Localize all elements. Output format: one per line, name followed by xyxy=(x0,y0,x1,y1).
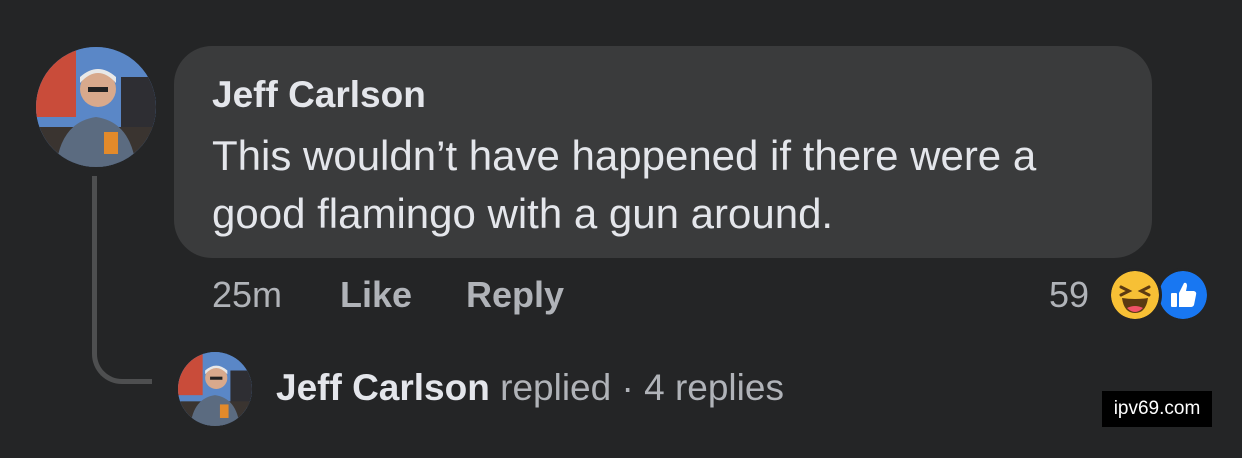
avatar-photo xyxy=(36,47,156,167)
reply-author-avatar[interactable] xyxy=(178,352,252,426)
watermark: ipv69.com xyxy=(1102,391,1212,427)
thread-connector-line xyxy=(92,176,152,384)
reply-button[interactable]: Reply xyxy=(466,274,564,316)
reactions-summary[interactable] xyxy=(1108,268,1212,322)
separator-dot: · xyxy=(621,367,634,408)
commenter-avatar[interactable] xyxy=(36,47,156,167)
comment-author[interactable]: Jeff Carlson xyxy=(212,74,426,116)
view-replies-link[interactable]: Jeff Carlson replied · 4 replies xyxy=(276,367,784,409)
replies-count: 4 replies xyxy=(644,367,784,408)
haha-reaction-icon xyxy=(1108,268,1162,322)
comment-text: This wouldn’t have happened if there wer… xyxy=(212,132,1037,237)
reply-author-name: Jeff Carlson xyxy=(276,367,490,408)
like-reaction-icon xyxy=(1156,268,1210,322)
reaction-count[interactable]: 59 xyxy=(1049,274,1089,316)
like-button[interactable]: Like xyxy=(340,274,412,316)
comment-timestamp[interactable]: 25m xyxy=(212,274,282,316)
avatar-photo xyxy=(178,352,252,426)
replied-label: replied xyxy=(500,367,612,408)
